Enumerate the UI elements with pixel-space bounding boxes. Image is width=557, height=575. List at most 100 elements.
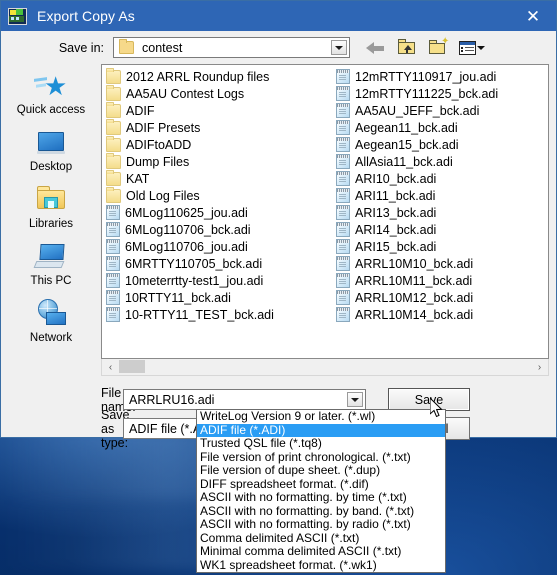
file-list-item[interactable]: ADIF [105, 101, 335, 119]
file-list-item[interactable]: 6MLog110706_bck.adi [105, 221, 335, 238]
file-list-item[interactable]: 12mRTTY110917_jou.adi [335, 68, 548, 85]
dialog-body: ★ Quick access Desktop Libraries This PC… [1, 64, 556, 359]
document-icon [106, 205, 120, 220]
places-bar: ★ Quick access Desktop Libraries This PC… [1, 64, 101, 359]
file-list-item[interactable]: ARI11_bck.adi [335, 187, 548, 204]
save-as-type-dropdown-list[interactable]: WriteLog Version 9 or later. (*.wl) ADIF … [196, 409, 446, 573]
scrollbar-thumb[interactable] [119, 360, 145, 373]
scrollbar-track[interactable] [119, 359, 531, 375]
file-list-item[interactable]: ADIF Presets [105, 118, 335, 136]
dropdown-option[interactable]: File version of print chronological. (*.… [197, 451, 445, 465]
file-list-item[interactable]: 12mRTTY111225_bck.adi [335, 85, 548, 102]
file-name-label: ARRL10M11_bck.adi [355, 273, 473, 288]
file-list-item[interactable]: ARI14_bck.adi [335, 221, 548, 238]
new-folder-icon[interactable]: ✦ [427, 36, 449, 58]
file-list-item[interactable]: Old Log Files [105, 186, 335, 204]
file-list-item[interactable]: 6MLog110625_jou.adi [105, 204, 335, 221]
file-list-item[interactable]: KAT [105, 169, 335, 187]
file-name-label: 6MLog110706_jou.adi [125, 239, 248, 254]
save-as-type-label: Save as type: [101, 407, 130, 450]
sidebar-item-this-pc[interactable]: This PC [5, 241, 97, 297]
file-list-item[interactable]: ARI10_bck.adi [335, 170, 548, 187]
sidebar-item-label: Desktop [29, 161, 73, 173]
file-list-item[interactable]: ARRL10M14_bck.adi [335, 306, 548, 323]
file-name-label: 6MLog110706_bck.adi [125, 222, 251, 237]
file-list-item[interactable]: ARI13_bck.adi [335, 204, 548, 221]
file-name-label: AA5AU_JEFF_bck.adi [355, 103, 480, 118]
up-one-level-icon[interactable] [396, 38, 418, 58]
file-name-label: ADIF [126, 103, 155, 118]
document-icon [336, 188, 350, 203]
document-icon [336, 103, 350, 118]
sidebar-item-label: Network [29, 332, 73, 344]
file-list-item[interactable]: 6MRTTY110705_bck.adi [105, 255, 335, 272]
file-list-panel[interactable]: 2012 ARRL Roundup files AA5AU Contest Log… [101, 64, 549, 359]
file-list-item[interactable]: ARRL10M10_bck.adi [335, 255, 548, 272]
dropdown-option[interactable]: WK1 spreadsheet format. (*.wk1) [197, 559, 445, 573]
save-in-value: contest [142, 40, 183, 55]
scroll-right-icon[interactable]: › [531, 359, 548, 375]
document-icon [106, 290, 120, 305]
file-list-item[interactable]: Aegean11_bck.adi [335, 119, 548, 136]
navigation-toolbar: ✦ [365, 36, 485, 58]
save-button[interactable]: Save [388, 388, 470, 411]
chevron-down-icon[interactable] [331, 40, 347, 55]
document-icon [106, 307, 120, 322]
dropdown-option[interactable]: WriteLog Version 9 or later. (*.wl) [197, 410, 445, 424]
save-in-row: Save in: contest ✦ [1, 31, 556, 64]
chevron-down-icon[interactable] [347, 392, 363, 407]
views-menu-icon[interactable] [458, 38, 485, 58]
file-list-item[interactable]: 2012 ARRL Roundup files [105, 67, 335, 85]
file-name-label: Dump Files [126, 154, 190, 169]
file-list-item[interactable]: Dump Files [105, 152, 335, 170]
dropdown-option[interactable]: ADIF file (*.ADI) [197, 423, 445, 437]
back-arrow-icon[interactable] [365, 38, 387, 58]
dropdown-option[interactable]: ASCII with no formatting. by radio (*.tx… [197, 518, 445, 532]
file-list-item[interactable]: 6MLog110706_jou.adi [105, 238, 335, 255]
file-list-item[interactable]: Aegean15_bck.adi [335, 136, 548, 153]
dropdown-option[interactable]: ASCII with no formatting. by band. (*.tx… [197, 505, 445, 519]
sidebar-item-libraries[interactable]: Libraries [5, 184, 97, 240]
file-list-item[interactable]: AA5AU_JEFF_bck.adi [335, 102, 548, 119]
sidebar-item-network[interactable]: Network [5, 298, 97, 354]
close-icon[interactable]: ✕ [510, 1, 556, 31]
app-icon [8, 7, 27, 25]
document-icon [336, 205, 350, 220]
file-name-input[interactable]: ARRLRU16.adi [123, 389, 366, 410]
dropdown-option[interactable]: Comma delimited ASCII (*.txt) [197, 532, 445, 546]
file-name-label: 10meterrtty-test1_jou.adi [125, 273, 264, 288]
file-name-label: ARRL10M14_bck.adi [355, 307, 474, 322]
file-list-item[interactable]: 10RTTY11_bck.adi [105, 289, 335, 306]
sidebar-item-desktop[interactable]: Desktop [5, 127, 97, 183]
file-list-hscrollbar[interactable]: ‹ › [101, 359, 549, 376]
document-icon [106, 273, 120, 288]
save-in-combobox[interactable]: contest [113, 37, 350, 58]
file-list-item[interactable]: AA5AU Contest Logs [105, 84, 335, 102]
file-name-label: KAT [126, 171, 150, 186]
file-list-item[interactable]: ADIFtoADD [105, 135, 335, 153]
file-name-label: ARI13_bck.adi [355, 205, 437, 220]
sidebar-item-quick-access[interactable]: ★ Quick access [5, 70, 97, 126]
dropdown-option[interactable]: Trusted QSL file (*.tq8) [197, 437, 445, 451]
dropdown-option[interactable]: DIFF spreadsheet format. (*.dif) [197, 478, 445, 492]
file-list-item[interactable]: AllAsia11_bck.adi [335, 153, 548, 170]
file-name-label: AllAsia11_bck.adi [355, 154, 453, 169]
file-list-item[interactable]: 10meterrtty-test1_jou.adi [105, 272, 335, 289]
document-icon [336, 290, 350, 305]
scroll-left-icon[interactable]: ‹ [102, 359, 119, 375]
sidebar-item-label: Libraries [28, 218, 74, 230]
dropdown-option[interactable]: ASCII with no formatting. by time (*.txt… [197, 491, 445, 505]
folder-icon [106, 67, 121, 84]
dropdown-option[interactable]: File version of dupe sheet. (*.dup) [197, 464, 445, 478]
file-list-item[interactable]: 10-RTTY11_TEST_bck.adi [105, 306, 335, 323]
file-name-label: 6MRTTY110705_bck.adi [125, 256, 263, 271]
file-list-item[interactable]: ARI15_bck.adi [335, 238, 548, 255]
title-bar: Export Copy As ✕ [1, 1, 556, 31]
file-name-label: ADIFtoADD [126, 137, 192, 152]
file-name-label: ARI11_bck.adi [355, 188, 436, 203]
dropdown-option[interactable]: Minimal comma delimited ASCII (*.txt) [197, 545, 445, 559]
file-list-item[interactable]: ARRL10M12_bck.adi [335, 289, 548, 306]
file-name-label: 6MLog110625_jou.adi [125, 205, 248, 220]
document-icon [336, 86, 350, 101]
file-list-item[interactable]: ARRL10M11_bck.adi [335, 272, 548, 289]
